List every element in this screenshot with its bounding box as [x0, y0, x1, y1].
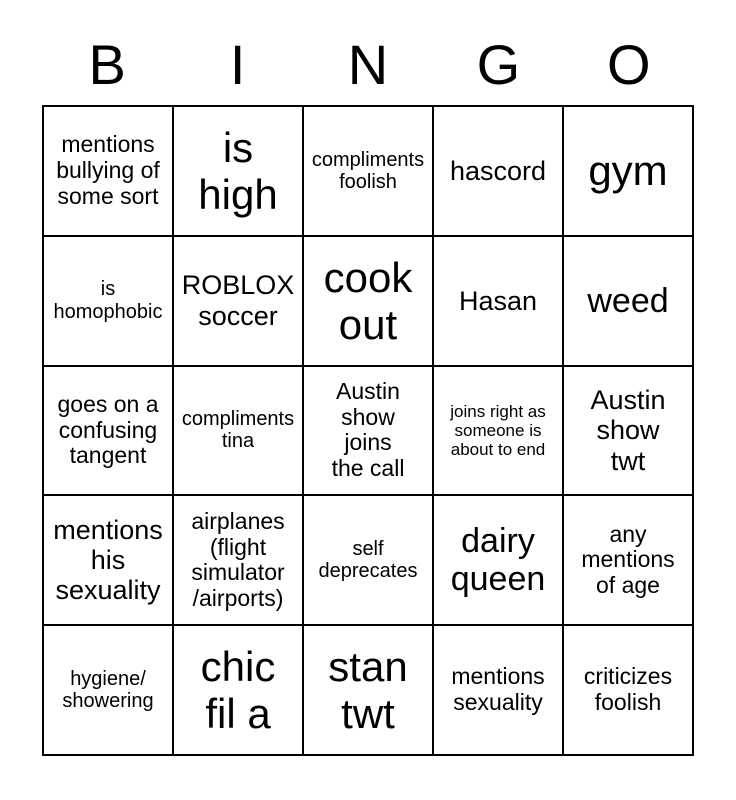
bingo-cell[interactable]: mentions his sexuality — [44, 496, 174, 627]
bingo-cell[interactable]: Austin show joins the call — [304, 366, 434, 497]
bingo-cell[interactable]: weed — [564, 236, 694, 367]
bingo-cell-text: is homophobic — [53, 278, 163, 323]
header-letter-b: B — [88, 33, 126, 96]
bingo-cell-text: joins right as someone is about to end — [450, 401, 546, 459]
bingo-cell-text: cook out — [323, 253, 413, 348]
header-letter-g: G — [476, 33, 521, 96]
bingo-cell-text: dairy queen — [450, 522, 546, 599]
bingo-cell-text: compliments tina — [181, 408, 295, 453]
bingo-cell[interactable]: Hasan — [434, 236, 564, 367]
bingo-cell[interactable]: hygiene/ showering — [44, 626, 174, 756]
bingo-row: hygiene/ showering chic fil a stan twt m… — [44, 626, 694, 756]
bingo-cell-text: criticizes foolish — [583, 663, 673, 716]
bingo-cell[interactable]: dairy queen — [434, 496, 564, 627]
bingo-cell[interactable]: criticizes foolish — [564, 626, 694, 756]
bingo-cell[interactable]: airplanes (flight simulator /airports) — [174, 496, 304, 627]
bingo-row: mentions his sexuality airplanes (flight… — [44, 496, 694, 627]
bingo-cell[interactable]: goes on a confusing tangent — [44, 366, 174, 497]
bingo-cell[interactable]: cook out — [304, 236, 434, 367]
bingo-cell[interactable]: mentions sexuality — [434, 626, 564, 756]
bingo-cell[interactable]: joins right as someone is about to end — [434, 366, 564, 497]
bingo-cell-text: any mentions of age — [581, 520, 675, 599]
bingo-cell[interactable]: mentions bullying of some sort — [44, 107, 174, 237]
bingo-row: is homophobic ROBLOX soccer cook out Has… — [44, 236, 694, 367]
bingo-cell[interactable]: hascord — [434, 107, 564, 237]
bingo-cell[interactable]: compliments foolish — [304, 107, 434, 237]
bingo-cell-text: weed — [587, 281, 669, 320]
bingo-cell[interactable]: self deprecates — [304, 496, 434, 627]
bingo-cell[interactable]: ROBLOX soccer — [174, 236, 304, 367]
bingo-cell-text: mentions his sexuality — [53, 514, 163, 606]
header-letter-n: N — [347, 33, 389, 96]
bingo-card: B I N G O mentions bullying of some sort… — [42, 0, 694, 800]
header-letter-o: O — [607, 33, 651, 96]
bingo-cell[interactable]: chic fil a — [174, 626, 304, 756]
header-letter-i: I — [229, 33, 246, 96]
bingo-cell[interactable]: Austin show twt — [564, 366, 694, 497]
bingo-cell-text: is high — [198, 123, 278, 218]
bingo-cell-text: stan twt — [328, 643, 408, 738]
bingo-cell-text: mentions bullying of some sort — [56, 131, 160, 209]
bingo-cell-text: Hasan — [458, 285, 538, 316]
bingo-cell-text: gym — [588, 147, 668, 195]
bingo-cell-text: Austin show joins the call — [331, 377, 405, 482]
bingo-cell[interactable]: stan twt — [304, 626, 434, 756]
bingo-cell-text: hygiene/ showering — [62, 667, 154, 713]
bingo-cell-text: ROBLOX soccer — [181, 270, 295, 331]
bingo-header-row: B I N G O — [42, 0, 694, 105]
bingo-cell-text: hascord — [449, 155, 547, 186]
bingo-cell[interactable]: is high — [174, 107, 304, 237]
bingo-cell-text: mentions sexuality — [451, 663, 545, 716]
bingo-cell[interactable]: any mentions of age — [564, 496, 694, 627]
bingo-cell-text: goes on a confusing tangent — [57, 390, 159, 469]
bingo-row: goes on a confusing tangent compliments … — [44, 366, 694, 497]
bingo-cell[interactable]: compliments tina — [174, 366, 304, 497]
bingo-cell-text: chic fil a — [200, 643, 276, 738]
bingo-cell-text: Austin show twt — [590, 385, 666, 476]
bingo-cell[interactable]: gym — [564, 107, 694, 237]
bingo-cell-text: self deprecates — [318, 537, 418, 583]
bingo-grid: mentions bullying of some sort is high c… — [42, 105, 694, 756]
bingo-cell-text: airplanes (flight simulator /airports) — [191, 507, 285, 612]
bingo-cell[interactable]: is homophobic — [44, 236, 174, 367]
bingo-row: mentions bullying of some sort is high c… — [44, 107, 694, 237]
bingo-cell-text: compliments foolish — [311, 148, 425, 193]
